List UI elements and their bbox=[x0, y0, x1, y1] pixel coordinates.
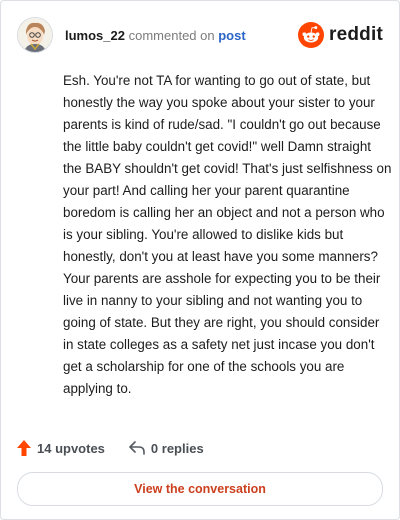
upvote-arrow-icon bbox=[17, 440, 31, 456]
post-link[interactable]: post bbox=[218, 28, 245, 43]
username[interactable]: lumos_22 bbox=[65, 28, 125, 43]
reddit-brand[interactable]: reddit bbox=[298, 22, 383, 48]
avatar-icon bbox=[18, 18, 52, 52]
brand-name: reddit bbox=[329, 24, 383, 45]
comment-stats: 14 upvotes 0 replies bbox=[17, 437, 204, 459]
view-conversation-button[interactable]: View the conversation bbox=[17, 472, 383, 506]
comment-meta: lumos_22 commented on post bbox=[65, 28, 246, 43]
action-text: commented on bbox=[128, 27, 215, 43]
replies-count: 0 replies bbox=[150, 440, 204, 456]
reddit-logo-icon bbox=[298, 22, 325, 48]
replies-stat[interactable]: 0 replies bbox=[129, 441, 204, 456]
comment-body: Esh. You're not TA for wanting to go out… bbox=[63, 73, 392, 396]
upvotes-count: 14 upvotes bbox=[37, 440, 105, 456]
avatar[interactable] bbox=[17, 17, 53, 53]
reply-arrow-icon bbox=[129, 441, 145, 455]
comment-header: lumos_22 commented on post reddit bbox=[17, 17, 383, 53]
upvotes-stat[interactable]: 14 upvotes bbox=[17, 440, 105, 456]
comment-card: lumos_22 commented on post reddit Esh. Y… bbox=[0, 0, 400, 520]
